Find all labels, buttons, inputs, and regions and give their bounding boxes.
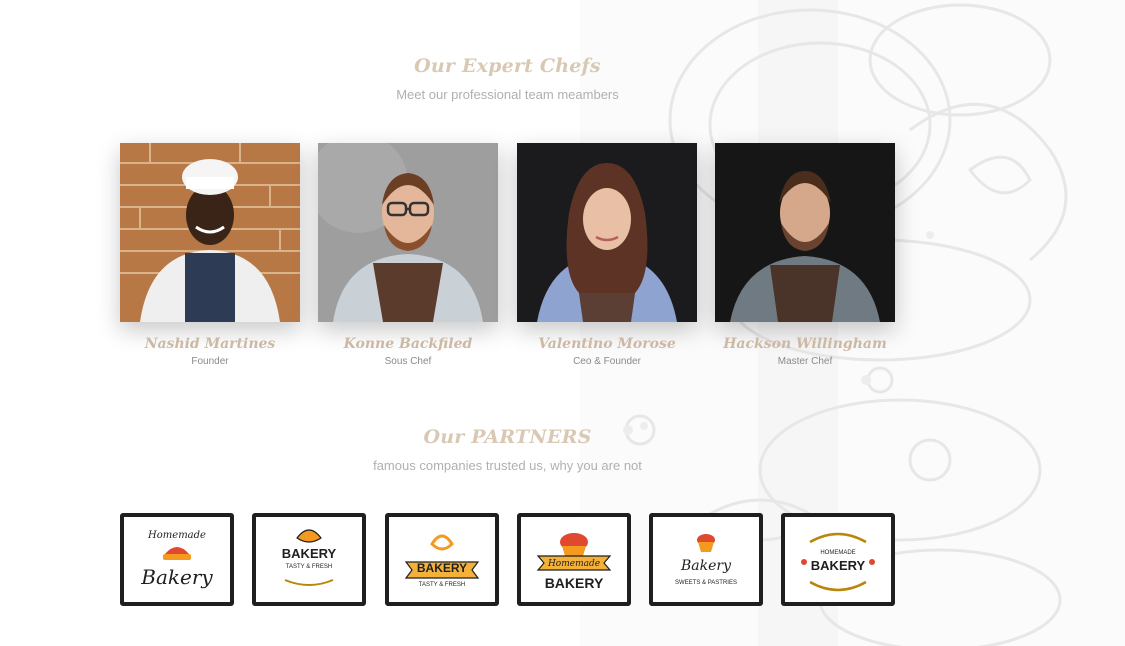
chef-role: Master Chef [777, 356, 833, 367]
partners-section-subtitle: famous companies trusted us, why you are… [373, 458, 642, 473]
chef-role: Founder [191, 356, 229, 367]
logo-line2: TASTY & FRESH [419, 582, 465, 588]
team-section-subtitle: Meet our professional team meambers [396, 87, 619, 102]
logo-line1: HOMEMADE [820, 550, 855, 556]
chef-card[interactable]: Nashid Martines Founder [120, 143, 300, 367]
partner-logo[interactable]: HOMEMADE BAKERY [781, 513, 895, 606]
chef-role: Ceo & Founder [573, 356, 641, 367]
partner-logo[interactable]: Homemade BAKERY [517, 513, 631, 606]
partner-logo[interactable]: Homemade Bakery [120, 513, 234, 606]
logo-line1: Bakery [680, 558, 732, 574]
chef-name: Hackson Willingham [723, 336, 887, 352]
cupcake-icon [560, 532, 588, 556]
pie-icon [163, 546, 191, 560]
chef-name: Valentino Morose [538, 336, 676, 352]
pretzel-icon [430, 534, 454, 550]
chef-card[interactable]: Valentino Morose Ceo & Founder [517, 143, 697, 367]
croissant-icon [296, 528, 322, 543]
chef-name: Konne Backfiled [343, 336, 473, 352]
partners-section-title: Our PARTNERS [423, 426, 592, 448]
chef-card[interactable]: Hackson Willingham Master Chef [715, 143, 895, 367]
logo-line1: BAKERY [417, 561, 467, 575]
chef-photo[interactable] [517, 143, 697, 322]
team-section-title: Our Expert Chefs [414, 55, 601, 77]
chef-name: Nashid Martines [144, 336, 276, 352]
logo-line2: BAKERY [811, 558, 866, 573]
logo-line2: SWEETS & PASTRIES [675, 580, 737, 586]
chef-role: Sous Chef [384, 356, 432, 367]
chef-photo[interactable] [318, 143, 498, 322]
partner-logo[interactable]: Bakery SWEETS & PASTRIES [649, 513, 763, 606]
logo-line1: Homemade [547, 559, 600, 569]
logo-line1: BAKERY [282, 546, 337, 561]
logo-line1: Homemade [147, 530, 206, 541]
logo-line2: BAKERY [545, 575, 604, 591]
chef-card[interactable]: Konne Backfiled Sous Chef [318, 143, 498, 367]
chef-photo[interactable] [120, 143, 300, 322]
chef-photo[interactable] [715, 143, 895, 322]
partner-logo[interactable]: BAKERY TASTY & FRESH [252, 513, 366, 606]
partner-logo[interactable]: BAKERY TASTY & FRESH [385, 513, 499, 606]
muffin-icon [697, 533, 715, 552]
logo-line2: TASTY & FRESH [286, 564, 332, 570]
logo-line2: Bakery [140, 565, 213, 589]
